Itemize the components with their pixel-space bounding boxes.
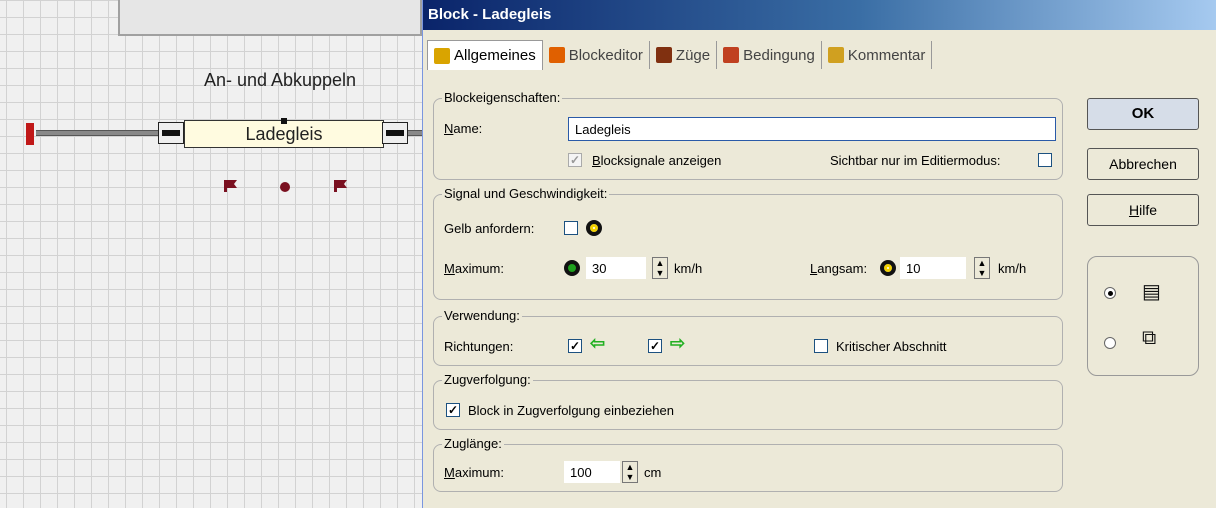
maximum-speed-input[interactable] — [586, 257, 646, 279]
coupler-right-icon[interactable] — [382, 122, 408, 144]
yellow-checkbox[interactable] — [564, 221, 578, 235]
directions-label: Richtungen: — [444, 339, 514, 354]
signal-flag-right-icon[interactable] — [334, 180, 348, 192]
slow-speed-stepper[interactable]: ▲ ▼ — [974, 257, 990, 279]
tab-bar: Allgemeines Blockeditor Züge Bedingung K… — [427, 40, 933, 70]
group-verwendung: Verwendung: Richtungen: ✓ ⇦ ✓ ⇨ Kritisch… — [433, 308, 1063, 366]
general-icon — [434, 47, 450, 64]
comment-icon — [827, 47, 844, 63]
track-end-marker[interactable] — [26, 123, 34, 145]
condition-icon — [723, 47, 740, 63]
group-blockeigenschaften: Blockeigenschaften: Name: ✓ Blocksignale… — [433, 90, 1063, 180]
yellow-label: Gelb anfordern: — [444, 221, 535, 236]
length-stepper[interactable]: ▲ ▼ — [622, 461, 638, 483]
coupler-left-icon[interactable] — [158, 122, 184, 144]
length-maximum-label: Maximum: — [444, 465, 504, 480]
critical-label: Kritischer Abschnitt — [836, 339, 947, 354]
tab-label: Allgemeines — [454, 47, 536, 64]
visible-edit-checkbox[interactable] — [1038, 153, 1052, 167]
tab-allgemeines[interactable]: Allgemeines — [427, 40, 543, 70]
length-input[interactable] — [564, 461, 620, 483]
yellow-light-icon — [880, 260, 896, 276]
view-mode-panel: ▤ ⧉ — [1087, 256, 1199, 376]
tab-zuege[interactable]: Züge — [650, 41, 718, 69]
group-zuglaenge: Zuglänge: Maximum: ▲▼ cm — [433, 436, 1063, 492]
direction-left-checkbox[interactable]: ✓ — [568, 339, 582, 353]
block-editor-icon — [548, 47, 565, 63]
multi-page-icon: ⧉ — [1142, 327, 1157, 349]
tab-label: Kommentar — [847, 46, 926, 64]
group-title: Zugverfolgung: — [442, 372, 533, 387]
single-page-icon: ▤ — [1142, 281, 1161, 303]
name-input[interactable] — [568, 117, 1056, 141]
plan-frame — [118, 0, 422, 36]
signal-flag-left-icon[interactable] — [224, 180, 238, 192]
tab-label: Blockeditor — [568, 46, 643, 64]
slow-label: Langsam: — [810, 261, 868, 276]
critical-checkbox[interactable] — [814, 339, 828, 353]
trains-icon — [655, 47, 672, 63]
tab-kommentar[interactable]: Kommentar — [822, 41, 933, 69]
group-title: Blockeigenschaften: — [442, 90, 563, 105]
tab-bedingung[interactable]: Bedingung — [717, 41, 822, 69]
help-button[interactable]: Hilfe — [1087, 194, 1199, 226]
view-single-radio[interactable] — [1104, 287, 1116, 299]
show-signals-label: Blocksignale anzeigen — [592, 153, 722, 168]
include-tracking-checkbox[interactable]: ✓ — [446, 403, 460, 417]
yellow-light-icon — [586, 220, 602, 236]
direction-right-checkbox[interactable]: ✓ — [648, 339, 662, 353]
signal-dot-icon[interactable] — [280, 182, 290, 192]
plan-title: An- und Abkuppeln — [203, 70, 357, 90]
ok-button[interactable]: OK — [1087, 98, 1199, 130]
green-light-icon — [564, 260, 580, 276]
block-ladegleis[interactable]: Ladegleis — [184, 118, 384, 148]
block-dialog: Block - Ladegleis Allgemeines Blockedito… — [422, 0, 1216, 508]
tab-label: Bedingung — [743, 46, 815, 64]
track-plan-canvas[interactable]: An- und Abkuppeln Ladegleis — [0, 0, 422, 508]
length-unit: cm — [644, 465, 662, 480]
arrow-left-icon: ⇦ — [590, 333, 606, 353]
tab-label: Züge — [675, 46, 711, 64]
show-signals-checkbox[interactable]: ✓ — [568, 153, 582, 167]
view-multi-radio[interactable] — [1104, 337, 1116, 349]
maximum-speed-stepper[interactable]: ▲ ▼ — [652, 257, 668, 279]
group-signal: Signal und Geschwindigkeit: Gelb anforde… — [433, 186, 1063, 300]
tab-blockeditor[interactable]: Blockeditor — [543, 41, 650, 69]
group-title: Zuglänge: — [442, 436, 504, 451]
include-tracking-label: Block in Zugverfolgung einbeziehen — [468, 403, 674, 418]
name-label: Name: — [444, 121, 483, 136]
slow-unit: km/h — [998, 261, 1027, 276]
cancel-button[interactable]: Abbrechen — [1087, 148, 1199, 180]
group-zugverfolgung: Zugverfolgung: ✓ Block in Zugverfolgung … — [433, 372, 1063, 430]
maximum-label: Maximum: — [444, 261, 504, 276]
dialog-titlebar[interactable]: Block - Ladegleis — [423, 0, 1216, 30]
group-title: Verwendung: — [442, 308, 522, 323]
group-title: Signal und Geschwindigkeit: — [442, 186, 610, 201]
arrow-right-icon: ⇨ — [670, 333, 686, 353]
visible-edit-label: Sichtbar nur im Editiermodus: — [830, 153, 1001, 168]
slow-speed-input[interactable] — [900, 257, 966, 279]
maximum-unit: km/h — [674, 261, 703, 276]
